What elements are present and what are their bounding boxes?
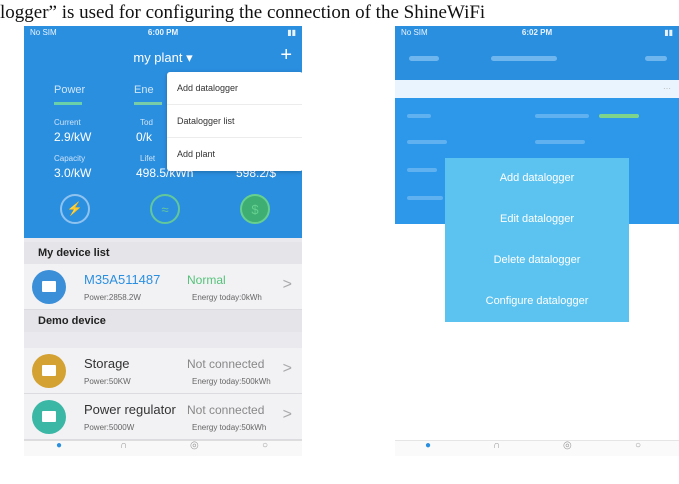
device-energy: Energy today:500kWh xyxy=(192,377,271,386)
search-icon[interactable]: ○ xyxy=(635,440,641,451)
plant-screen: No SIM 6:00 PM ▮▮ my plant ▾ + Power Ene… xyxy=(24,26,302,456)
info-label xyxy=(407,114,431,118)
info-label xyxy=(407,140,447,144)
clock: 6:02 PM xyxy=(521,28,553,37)
back-button[interactable] xyxy=(409,56,439,61)
info-value xyxy=(535,140,585,144)
page-title xyxy=(491,56,557,61)
lifetime-label: Lifet xyxy=(140,154,156,163)
info-label xyxy=(407,196,443,200)
current-label: Current xyxy=(54,118,81,127)
status-bar: No SIM 6:02 PM ▮▮ xyxy=(395,28,679,40)
dollar-icon[interactable]: $ xyxy=(240,194,270,224)
tab-power-indicator xyxy=(54,102,82,105)
capacity-label: Capacity xyxy=(54,154,86,163)
clock: 6:00 PM xyxy=(147,28,179,37)
demo-device-header: Demo device xyxy=(24,310,302,332)
my-device-list-header: My device list xyxy=(24,242,302,264)
person-icon[interactable]: ● xyxy=(56,440,62,451)
device-power: Power:2858.2W xyxy=(84,293,141,302)
edit-datalogger-button[interactable]: Edit datalogger xyxy=(445,199,629,240)
more-icon[interactable]: ⋯ xyxy=(663,84,671,93)
device-status: Not connected xyxy=(187,403,265,417)
chevron-right-icon: > xyxy=(282,406,292,423)
caption-text: logger” is used for configuring the conn… xyxy=(0,2,486,23)
datalogger-screen: No SIM 6:02 PM ▮▮ ⋯ Add datalogger Edit … xyxy=(395,26,679,456)
chart-icon[interactable]: ≈ xyxy=(150,194,180,224)
datalogger-header: No SIM 6:02 PM ▮▮ xyxy=(395,26,679,80)
today-value: 0/k xyxy=(136,130,153,144)
highlight-band xyxy=(395,80,679,98)
device-row-storage[interactable]: Storage Power:50KW Not connected Energy … xyxy=(24,348,302,394)
regulator-icon xyxy=(32,400,66,434)
storage-icon xyxy=(32,354,66,388)
datalogger-icon xyxy=(32,270,66,304)
lightning-icon[interactable]: ⚡ xyxy=(60,194,90,224)
add-button[interactable]: + xyxy=(280,44,292,67)
delete-datalogger-button[interactable]: Delete datalogger xyxy=(445,240,629,281)
edit-button[interactable] xyxy=(645,56,667,61)
today-label: Tod xyxy=(140,118,153,127)
device-name: M35A511487 xyxy=(84,272,161,287)
status-bar: No SIM 6:00 PM ▮▮ xyxy=(24,28,302,40)
device-icon[interactable]: ∩ xyxy=(120,440,127,451)
tab-power[interactable]: Power xyxy=(54,84,85,96)
tab-energy[interactable]: Ene xyxy=(134,84,154,96)
device-row-power-regulator[interactable]: Power regulator Power:5000W Not connecte… xyxy=(24,394,302,440)
device-name: Storage xyxy=(84,356,130,371)
battery-icon: ▮▮ xyxy=(664,28,673,37)
chevron-right-icon: > xyxy=(282,360,292,377)
menu-add-plant[interactable]: Add plant xyxy=(167,138,302,171)
battery-icon: ▮▮ xyxy=(287,28,296,37)
device-energy: Energy today:0kWh xyxy=(192,293,262,302)
menu-datalogger-list[interactable]: Datalogger list xyxy=(167,105,302,138)
add-menu: Add datalogger Datalogger list Add plant xyxy=(167,72,302,171)
search-icon[interactable]: ○ xyxy=(262,440,268,451)
bottom-tab-bar: ● ∩ ◎ ○ xyxy=(395,440,679,456)
device-power: Power:5000W xyxy=(84,423,135,432)
menu-add-datalogger[interactable]: Add datalogger xyxy=(167,72,302,105)
add-datalogger-button[interactable]: Add datalogger xyxy=(445,158,629,199)
datalogger-action-menu: Add datalogger Edit datalogger Delete da… xyxy=(445,158,629,322)
person-icon[interactable]: ● xyxy=(425,440,431,451)
plant-selector[interactable]: my plant ▾ xyxy=(24,50,302,66)
info-value xyxy=(535,114,589,118)
device-power: Power:50KW xyxy=(84,377,131,386)
tab-energy-indicator xyxy=(134,102,162,105)
device-icon[interactable]: ∩ xyxy=(493,440,500,451)
device-name: Power regulator xyxy=(84,402,176,417)
capacity-value: 3.0/kW xyxy=(54,166,92,180)
device-status: Not connected xyxy=(187,357,265,371)
discover-icon[interactable]: ◎ xyxy=(563,440,572,451)
discover-icon[interactable]: ◎ xyxy=(190,440,199,451)
status-badge xyxy=(599,114,639,118)
current-value: 2.9/kW xyxy=(54,130,92,144)
chevron-right-icon: > xyxy=(282,276,292,293)
device-energy: Energy today:50kWh xyxy=(192,423,267,432)
device-status: Normal xyxy=(187,273,226,287)
configure-datalogger-button[interactable]: Configure datalogger xyxy=(445,281,629,322)
bottom-tab-bar: ● ∩ ◎ ○ xyxy=(24,440,302,456)
device-row-m35a511487[interactable]: M35A511487 Power:2858.2W Normal Energy t… xyxy=(24,264,302,310)
info-label xyxy=(407,168,437,172)
